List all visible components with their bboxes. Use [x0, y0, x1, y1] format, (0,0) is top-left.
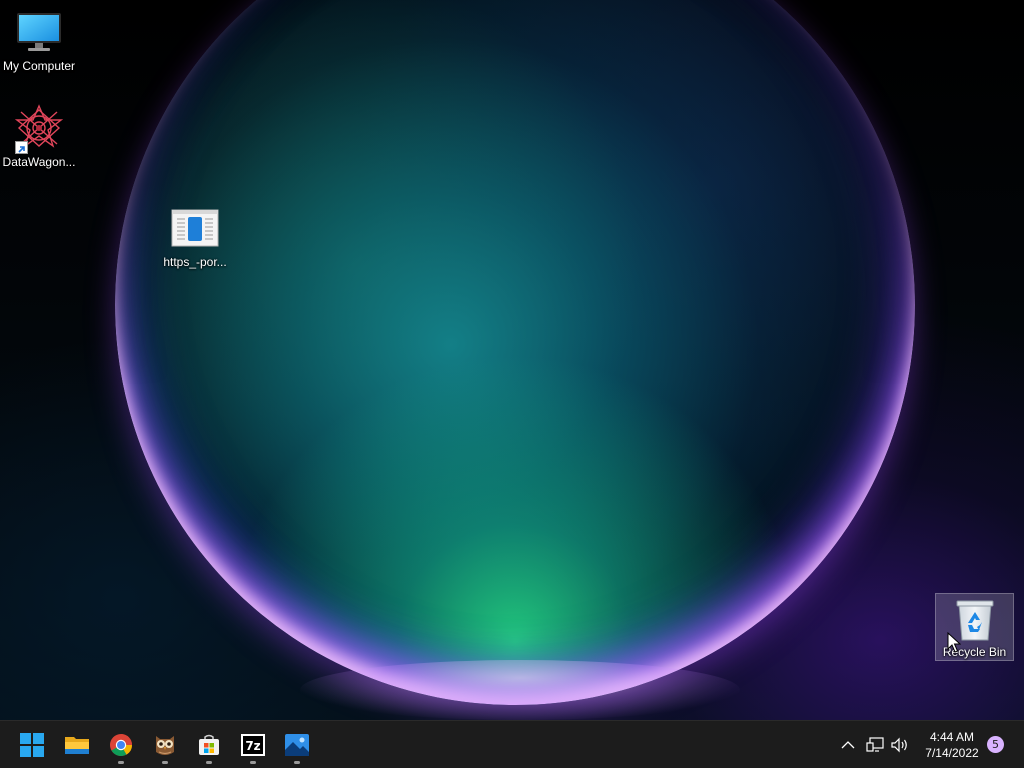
wallpaper-background [0, 0, 1024, 720]
folder-icon [65, 737, 89, 754]
desktop-icon-label: My Computer [2, 59, 76, 73]
datawagon-app-icon [15, 104, 63, 154]
desktop-icon-label: DataWagon... [2, 155, 76, 169]
wallpaper-bottom-glow [300, 660, 740, 720]
taskbar-owl-app-button[interactable] [145, 725, 185, 765]
store-icon [199, 734, 219, 755]
taskbar-chrome-button[interactable] [101, 725, 141, 765]
windows-start-icon [20, 733, 44, 757]
desktop-icon-label: https_-por... [163, 255, 227, 269]
7zip-icon: 7z [241, 734, 265, 756]
wallpaper-sphere-shade [115, 0, 915, 705]
volume-icon [891, 737, 907, 753]
running-indicator [162, 761, 168, 764]
photos-icon [285, 734, 309, 756]
running-indicator [206, 761, 212, 764]
svg-text:7z: 7z [245, 739, 260, 753]
desktop-icon-recycle-bin[interactable]: Recycle Bin [935, 593, 1014, 661]
chevron-up-icon [841, 741, 855, 749]
shortcut-arrow-icon [15, 141, 28, 154]
taskbar: 7z 4:44 AM 7/14/2022 [0, 720, 1024, 768]
volume-button[interactable] [889, 731, 911, 759]
owl-icon [156, 736, 174, 755]
desktop-icon-label: Recycle Bin [942, 645, 1007, 659]
taskbar-7zip-button[interactable]: 7z [233, 725, 273, 765]
taskbar-file-explorer-button[interactable] [57, 725, 97, 765]
clock-time: 4:44 AM [929, 730, 975, 744]
taskbar-store-button[interactable] [189, 725, 229, 765]
running-indicator [118, 761, 124, 764]
running-indicator [294, 761, 300, 764]
notification-count-badge[interactable]: 5 [987, 736, 1004, 753]
desktop[interactable]: My Computer DataWagon... https_-por... R… [0, 0, 1024, 720]
desktop-icon-datawagon[interactable]: DataWagon... [0, 104, 78, 170]
monitor-icon [15, 8, 63, 56]
desktop-icon-my-computer[interactable]: My Computer [0, 8, 78, 74]
clock-date: 7/14/2022 [925, 746, 979, 760]
start-button[interactable] [12, 725, 52, 765]
network-icon [866, 737, 884, 752]
chrome-icon [110, 734, 132, 756]
document-file-icon [171, 204, 219, 252]
wallpaper-bloom-sphere [115, 0, 915, 705]
show-hidden-icons-button[interactable] [837, 731, 859, 759]
desktop-icon-https-file[interactable]: https_-por... [156, 204, 234, 270]
running-indicator [250, 761, 256, 764]
recycle-bin-icon [953, 598, 997, 642]
taskbar-clock[interactable]: 4:44 AM 7/14/2022 [914, 727, 990, 763]
network-status-button[interactable] [864, 731, 886, 759]
taskbar-photos-button[interactable] [277, 725, 317, 765]
